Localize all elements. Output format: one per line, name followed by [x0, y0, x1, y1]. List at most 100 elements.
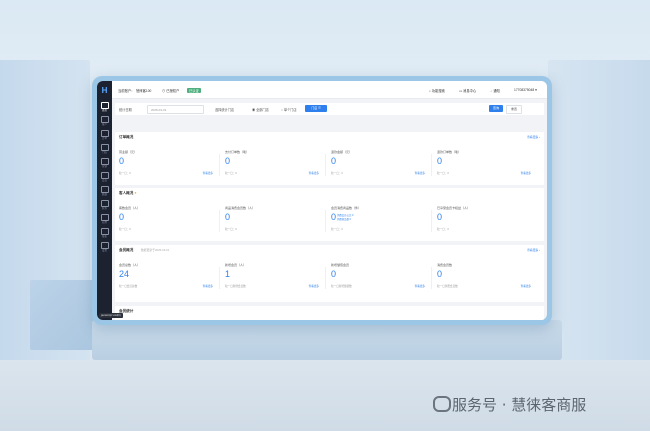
sidebar-item-apps[interactable]: 应用: [97, 213, 112, 226]
background-pedestal: [92, 320, 562, 360]
store-all-radio[interactable]: ◉ 全部门店: [252, 107, 269, 112]
marketing-icon: [100, 158, 109, 165]
sidebar-item-label: 客户: [101, 123, 107, 126]
sidebar-item-home[interactable]: 首页: [97, 101, 112, 114]
stat-card: 退款订单数（笔） 0 较一日：0 查看更多: [437, 150, 537, 180]
stat-card: 客数会员（人） 0 较一日：0: [119, 206, 219, 236]
reset-button[interactable]: 重置: [506, 105, 522, 114]
org-switch[interactable]: ⊙ 已授权户: [162, 88, 179, 93]
divider: [325, 210, 326, 232]
section-more-link[interactable]: 查看更多 ›: [527, 135, 540, 139]
account-label: 当前账户：: [118, 89, 135, 93]
stat-value: 0: [331, 269, 337, 279]
stat-card: 新增储值会员 0 较一日新增储值数 查看更多: [331, 263, 431, 293]
background-right-block: [548, 60, 650, 360]
message-center-label: 消息中心: [463, 89, 477, 93]
sidebar-item-reports[interactable]: 报表: [97, 227, 112, 240]
sidebar-item-label: 会员: [101, 179, 107, 182]
member-stats-section: 会员统计: [115, 306, 544, 320]
stat-value: 0: [119, 212, 125, 222]
sidebar-item-label: 首页: [101, 109, 107, 112]
stat-card: 消费会员数 0 较一日消费会员数 查看更多: [437, 263, 537, 293]
stat-more-link[interactable]: 查看更多: [309, 284, 319, 288]
stat-note: 较一日：0: [225, 228, 237, 231]
stat-value: 24: [119, 269, 130, 279]
stat-label: 退款订单数（笔）: [437, 150, 462, 154]
stat-card: 支付订单数（笔） 0 较一日：0 查看更多: [225, 150, 325, 180]
stat-card: 商品消费会员数（人） 0 较一日：0: [225, 206, 325, 236]
section-subtitle: 数据更新于2025-03-01: [141, 248, 170, 252]
sidebar-item-label: 报表: [101, 235, 107, 238]
date-label: 统计日期: [119, 108, 132, 112]
top-bar: 当前账户： 慧徕客100 ⊙ 已授权户 已认证 ⌕ 功能搜索 ▭ 消息中心 ♁ …: [112, 81, 547, 99]
tablet-device: H 首页 客户 订单 门店 营销 会员 数据 财务 应用 报表 设置 当前账户：…: [92, 76, 552, 325]
date-value: 2025-03-01: [151, 107, 167, 112]
stat-more-link[interactable]: 查看更多: [521, 284, 531, 288]
notification-button[interactable]: ♁ 通知: [490, 88, 500, 93]
stat-label: 营业额（元）: [119, 150, 138, 154]
search-button[interactable]: ⌕ 功能搜索: [429, 88, 445, 93]
user-phone: 17708375048: [514, 88, 535, 92]
sidebar-item-orders[interactable]: 订单: [97, 129, 112, 142]
stat-label: 客数会员（人）: [119, 206, 141, 210]
info-icon: ●: [134, 191, 137, 195]
stat-value: 0: [119, 156, 125, 166]
search-label: 功能搜索: [431, 89, 445, 93]
stat-more-link[interactable]: 查看更多: [309, 171, 319, 175]
sidebar-item-finance[interactable]: 财务: [97, 199, 112, 212]
customer-overview-section: 客人概况 ● 客数会员（人） 0 较一日：0 商品消费会员数（人） 0 较一日：…: [115, 188, 544, 241]
sidebar: H 首页 客户 订单 门店 营销 会员 数据 财务 应用 报表 设置: [97, 81, 112, 320]
stat-note: 较一日：0: [119, 228, 131, 231]
sidebar-item-members[interactable]: 会员: [97, 171, 112, 184]
store-select-button[interactable]: 门店 ☰: [305, 105, 327, 112]
account-name[interactable]: 慧徕客100: [136, 88, 151, 93]
divider: [431, 154, 432, 176]
user-icon: [100, 116, 109, 123]
stat-more-link[interactable]: 查看更多: [521, 171, 531, 175]
stat-more-link[interactable]: 查看更多: [203, 171, 213, 175]
sidebar-item-settings[interactable]: 设置: [97, 241, 112, 254]
stat-note: 较一日：0: [437, 228, 449, 231]
store-single-radio[interactable]: ○ 单个门店: [281, 107, 297, 112]
sidebar-item-label: 订单: [101, 137, 107, 140]
app-logo: H: [101, 86, 108, 95]
stat-label: 会员总数（人）: [119, 263, 141, 267]
stat-note: 较一日：0: [331, 228, 343, 231]
filter-bar: 统计日期 2025-03-01 选择统计门店 ◉ 全部门店 ○ 单个门店 门店 …: [115, 103, 544, 115]
stat-more-link[interactable]: 查看更多: [415, 171, 425, 175]
stat-note: 较一日：0: [331, 172, 343, 175]
status-url-tooltip: javascript:void(0);: [99, 313, 124, 318]
section-title: 会员概况: [119, 248, 134, 252]
divider: [219, 210, 220, 232]
stat-label: 新增储值会员: [331, 263, 350, 267]
gear-icon: [100, 242, 109, 249]
sidebar-item-label: 营销: [101, 165, 107, 168]
stat-label: 商品消费会员数（人）: [225, 206, 256, 210]
query-button[interactable]: 查询: [489, 105, 503, 112]
stat-card: 退款金额（元） 0 较一日：0 查看更多: [331, 150, 431, 180]
sidebar-item-stores[interactable]: 门店: [97, 143, 112, 156]
stat-card: 营业额（元） 0 较一日：0 查看更多: [119, 150, 219, 180]
divider: [219, 267, 220, 289]
user-menu[interactable]: 17708375048 ▾: [514, 88, 537, 92]
sidebar-item-marketing[interactable]: 营销: [97, 157, 112, 170]
stat-more-link[interactable]: 查看更多: [203, 284, 213, 288]
stat-value: 0: [437, 156, 443, 166]
divider: [325, 267, 326, 289]
section-title-text: 客人概况: [119, 191, 134, 195]
sidebar-item-label: 门店: [101, 151, 107, 154]
message-center-button[interactable]: ▭ 消息中心: [459, 88, 476, 93]
divider: [431, 267, 432, 289]
stat-note: 较一日会员总数: [119, 285, 138, 288]
stat-card: 新增会员（人） 1 较一日新增会员数 查看更多: [225, 263, 325, 293]
sidebar-item-customers[interactable]: 客户: [97, 115, 112, 128]
stat-note: 较一日新增储值数: [331, 285, 352, 288]
date-input[interactable]: 2025-03-01: [147, 105, 204, 114]
section-more-link[interactable]: 查看更多 ›: [527, 248, 540, 252]
stat-card: 会员消费商品数（件） 0 消费会员占比 0 消费商品数 0 较一日：0: [331, 206, 431, 236]
sidebar-item-data[interactable]: 数据: [97, 185, 112, 198]
stat-card: 会员总数（人） 24 较一日会员总数 查看更多: [119, 263, 219, 293]
stat-more-link[interactable]: 查看更多: [415, 284, 425, 288]
data-icon: [100, 186, 109, 193]
sidebar-item-label: 应用: [101, 221, 107, 224]
